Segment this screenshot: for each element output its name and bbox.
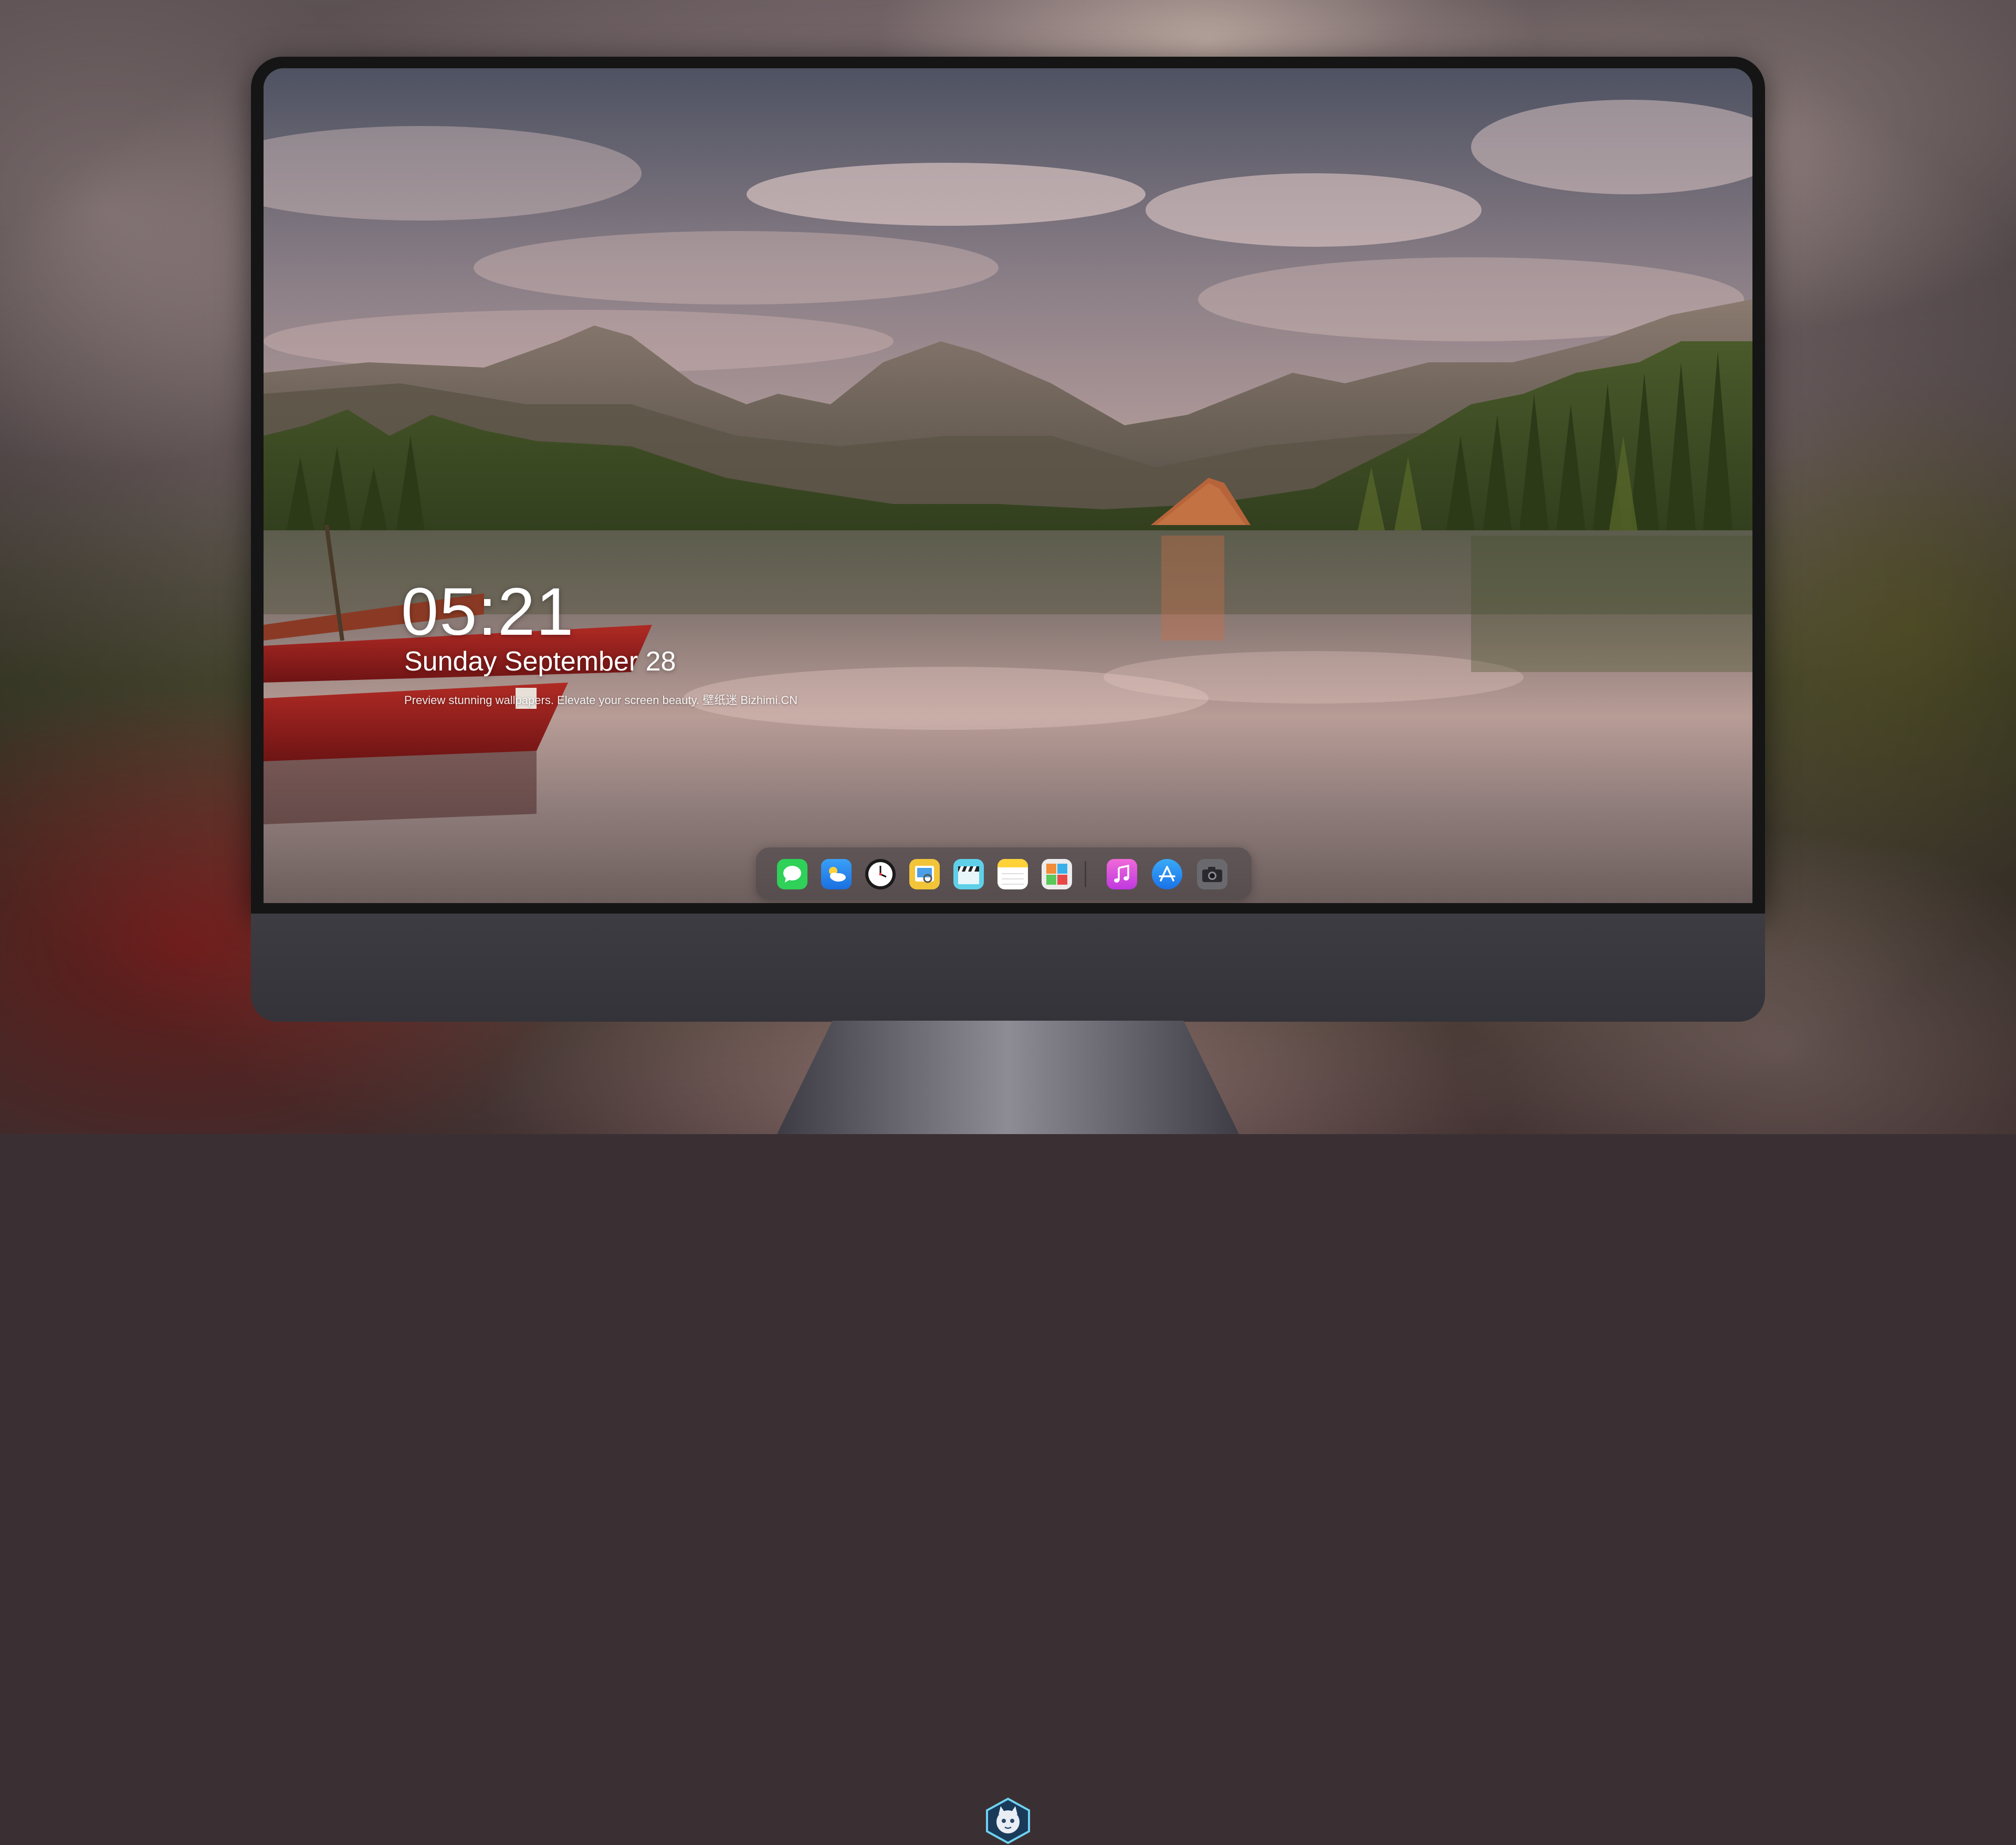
app-store-icon xyxy=(1159,866,1175,882)
lock-screen-clock: 05:21 xyxy=(401,574,575,649)
wallpaper-tagline: Preview stunning wallpapers. Elevate you… xyxy=(404,694,798,707)
notepad-icon xyxy=(998,859,1028,885)
monitor-bezel: 05:21 Sunday September 28 Preview stunni… xyxy=(251,57,1765,914)
dock-app-preview[interactable] xyxy=(909,859,940,889)
lock-screen-date: Sunday September 28 xyxy=(404,646,676,677)
dock-app-notes[interactable] xyxy=(998,859,1028,889)
monitor: 05:21 Sunday September 28 Preview stunni… xyxy=(251,57,1765,1844)
dock-app-photo-gallery[interactable] xyxy=(1042,859,1072,889)
dock-app-messages[interactable] xyxy=(777,859,807,889)
dock xyxy=(756,847,1252,900)
clapperboard-icon xyxy=(958,866,979,884)
screen[interactable]: 05:21 Sunday September 28 Preview stunni… xyxy=(264,68,1752,903)
cloud-sun-icon xyxy=(829,867,846,882)
image-viewer-icon xyxy=(915,866,934,883)
dock-app-app-store[interactable] xyxy=(1152,859,1182,889)
dock-app-clock[interactable] xyxy=(865,859,896,889)
photo-collage-icon xyxy=(1046,864,1067,885)
camera-icon xyxy=(1202,867,1222,882)
dock-separator xyxy=(1085,861,1086,887)
dock-app-music[interactable] xyxy=(1107,859,1137,889)
monitor-chin xyxy=(251,914,1765,1844)
wallpaper-landscape xyxy=(264,68,1752,903)
music-note-icon xyxy=(1114,864,1129,883)
cat-mascot-logo-icon xyxy=(986,1797,1030,1844)
message-bubble-icon xyxy=(783,866,801,883)
dock-app-weather[interactable] xyxy=(821,859,852,889)
dock-app-camera[interactable] xyxy=(1197,859,1227,889)
clock-icon xyxy=(868,862,892,886)
monitor-stand xyxy=(777,1021,1239,1134)
dock-app-video[interactable] xyxy=(953,859,984,889)
